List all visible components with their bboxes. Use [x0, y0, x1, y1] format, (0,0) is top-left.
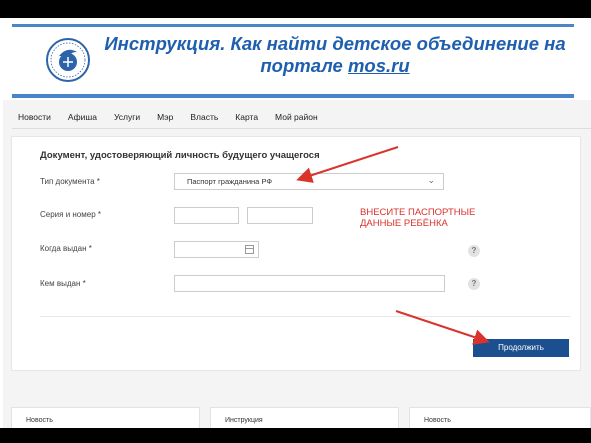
header-bottom-rule	[12, 94, 574, 98]
section-title: Документ, удостоверяющий личность будуще…	[40, 150, 320, 161]
issued-by-label: Кем выдан *	[40, 279, 86, 288]
continue-button[interactable]: Продолжить	[473, 339, 569, 357]
annotation-note: ВНЕСИТЕ ПАСПОРТНЫЕ ДАННЫЕ РЕБЁНКА	[360, 207, 475, 229]
bottom-black-band	[0, 428, 591, 443]
passport-number-input[interactable]	[247, 207, 313, 224]
top-black-band	[0, 0, 591, 18]
school-logo-icon	[46, 38, 90, 82]
help-icon-issue-date[interactable]: ?	[468, 245, 480, 257]
issued-by-input[interactable]	[174, 275, 445, 292]
bottom-card-3[interactable]: Новость	[409, 407, 591, 430]
doc-type-label: Тип документа *	[40, 177, 100, 186]
nav-item-mayor[interactable]: Мэр	[157, 109, 173, 125]
nav-item-news[interactable]: Новости	[18, 109, 51, 125]
calendar-icon[interactable]	[245, 245, 254, 254]
portal-nav: Новости Афиша Услуги Мэр Власть Карта Мо…	[18, 109, 335, 125]
slide: Инструкция. Как найти детское объединени…	[0, 0, 591, 443]
issue-date-label: Когда выдан *	[40, 244, 92, 253]
nav-item-services[interactable]: Услуги	[114, 109, 140, 125]
form-divider	[40, 316, 570, 317]
help-icon-issued-by[interactable]: ?	[468, 278, 480, 290]
slide-title: Инструкция. Как найти детское объединени…	[100, 33, 570, 77]
series-number-label: Серия и номер *	[40, 210, 101, 219]
mos-ru-link[interactable]: mos.ru	[348, 55, 410, 76]
passport-series-input[interactable]	[174, 207, 239, 224]
bottom-card-1-label: Новость	[26, 417, 53, 424]
slide-title-prefix: портале	[260, 55, 348, 76]
chevron-down-icon: ⌄	[427, 175, 435, 185]
doc-type-select[interactable]: Паспорт гражданина РФ ⌄	[174, 173, 444, 190]
bottom-card-3-label: Новость	[424, 417, 451, 424]
slide-title-line2: портале mos.ru	[100, 55, 570, 77]
nav-item-map[interactable]: Карта	[235, 109, 258, 125]
annotation-line1: ВНЕСИТЕ ПАСПОРТНЫЕ	[360, 207, 476, 218]
form-card	[11, 136, 581, 371]
header-top-rule	[12, 24, 574, 27]
annotation-line2: ДАННЫЕ РЕБЁНКА	[360, 218, 448, 229]
nav-item-my-district[interactable]: Мой район	[275, 109, 318, 125]
slide-title-line1: Инструкция. Как найти детское объединени…	[104, 33, 566, 54]
nav-item-government[interactable]: Власть	[190, 109, 218, 125]
issue-date-input[interactable]	[174, 241, 259, 258]
bottom-card-2[interactable]: Инструкция	[210, 407, 399, 430]
doc-type-value: Паспорт гражданина РФ	[187, 177, 273, 186]
nav-item-afisha[interactable]: Афиша	[68, 109, 97, 125]
bottom-card-1[interactable]: Новость	[11, 407, 200, 430]
nav-divider	[12, 128, 591, 129]
bottom-card-2-label: Инструкция	[225, 417, 263, 424]
